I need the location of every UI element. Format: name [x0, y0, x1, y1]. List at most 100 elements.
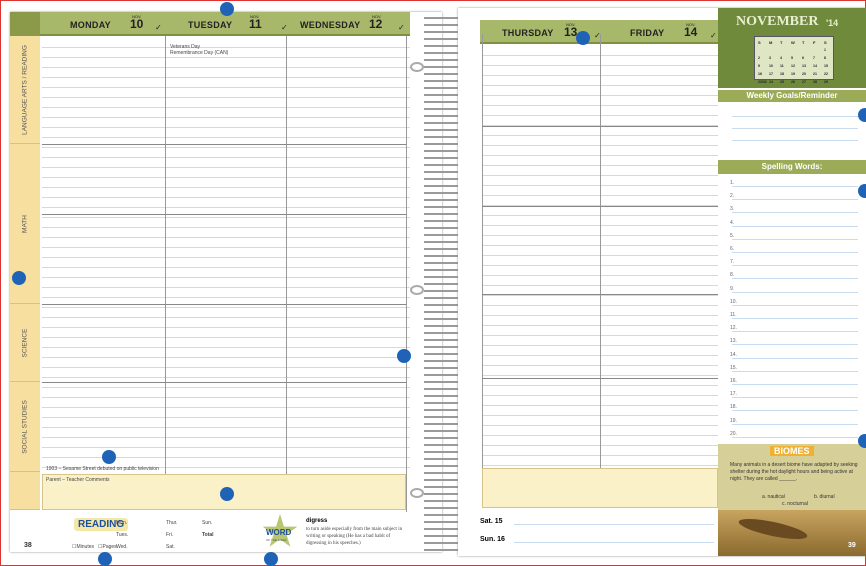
spelling-line[interactable]: [732, 331, 858, 333]
spelling-number: 11.: [730, 312, 737, 318]
subject-divider: [482, 378, 718, 379]
marker-dot[interactable]: [858, 184, 866, 198]
monday-note: 1903 – Sesame Street debuted on public t…: [46, 466, 159, 472]
calendar-weekday: T: [780, 40, 783, 45]
parent-comments-label: Parent – Teacher Comments: [46, 477, 110, 483]
subject-social-studies: SOCIAL STUDIES: [10, 382, 40, 472]
day-friday: FRIDAY: [630, 28, 665, 38]
subject-divider: [42, 144, 406, 145]
calendar-day: 28: [813, 80, 817, 84]
pages-label: ☐Pages: [98, 544, 117, 550]
day-divider: [406, 36, 407, 512]
left-page: MONDAY NOV. 10 ✓ TUESDAY NOV. 11 ✓ WEDNE…: [10, 12, 442, 552]
saturday-line[interactable]: [514, 524, 714, 525]
calendar-day: 8: [824, 56, 826, 60]
spelling-number: 7.: [730, 259, 735, 266]
spelling-line[interactable]: [732, 278, 858, 280]
calendar-day: 25: [780, 80, 784, 84]
reading-wed: Wed.: [116, 544, 128, 550]
spelling-line[interactable]: [732, 410, 858, 412]
marker-dot[interactable]: [12, 271, 26, 285]
sunday-line[interactable]: [514, 542, 714, 543]
biomes-question: Many animals in a desert biome have adap…: [730, 462, 858, 482]
spelling-header: Spelling Words:: [718, 160, 866, 174]
subject-divider: [42, 382, 406, 383]
spelling-line[interactable]: [732, 186, 858, 187]
calendar-day: 24: [769, 80, 773, 84]
spelling-line[interactable]: [732, 252, 858, 253]
day-divider: [600, 34, 601, 468]
sunday-label: Sun. 16: [480, 536, 505, 543]
spelling-line[interactable]: [732, 212, 858, 214]
word-of-week: digress: [306, 518, 328, 524]
marker-dot[interactable]: [220, 487, 234, 501]
spelling-number: 4.: [730, 219, 735, 226]
marker-dot[interactable]: [98, 552, 112, 566]
biomes-option-b: b. diurnal: [814, 494, 835, 500]
spelling-line[interactable]: [732, 344, 858, 346]
date-friday: 14: [684, 25, 698, 39]
spelling-number: 8.: [730, 272, 735, 279]
marker-dot[interactable]: [858, 108, 866, 122]
right-sidebar: NOVEMBER '14 S M T W T F S 1 2 3 4 5 6 7 8 9 10 11 12 13 14 1…: [718, 8, 866, 556]
biomes-logo: BIOMES: [770, 446, 814, 456]
marker-dot[interactable]: [264, 552, 278, 566]
calendar-day: 14: [813, 64, 817, 68]
marker-dot[interactable]: [220, 2, 234, 16]
spelling-line[interactable]: [732, 436, 858, 438]
reading-sat: Sat.: [166, 544, 175, 550]
goal-line[interactable]: [732, 140, 858, 141]
calendar-day: 16: [758, 72, 762, 76]
day-thursday: THURSDAY: [502, 28, 554, 38]
spelling-line[interactable]: [732, 397, 858, 399]
marker-dot[interactable]: [858, 434, 866, 448]
spelling-line[interactable]: [732, 304, 858, 306]
calendar-day: 11: [780, 64, 784, 68]
spelling-line[interactable]: [732, 199, 858, 201]
left-writing-grid[interactable]: [42, 38, 410, 474]
calendar-day: 18: [780, 72, 784, 76]
marker-dot[interactable]: [102, 450, 116, 464]
binder-hole: [410, 285, 424, 295]
spelling-line[interactable]: [732, 291, 858, 293]
spelling-number: 9.: [730, 285, 735, 292]
day-divider: [165, 36, 166, 474]
spelling-number: 5.: [730, 232, 735, 239]
parent-comments-box[interactable]: [482, 468, 718, 508]
calendar-day: 2: [758, 56, 760, 60]
minutes-label: ☐Minutes: [72, 544, 94, 550]
goal-line[interactable]: [732, 116, 858, 117]
goal-line[interactable]: [732, 128, 858, 129]
word-sub-label: OF THE WEEK: [266, 538, 287, 542]
spelling-line[interactable]: [732, 370, 858, 372]
spelling-line[interactable]: [732, 238, 858, 240]
spelling-line[interactable]: [732, 423, 858, 425]
marker-dot[interactable]: [397, 349, 411, 363]
spelling-line[interactable]: [732, 265, 858, 267]
spelling-line[interactable]: [732, 318, 858, 319]
spelling-line[interactable]: [732, 384, 858, 385]
date-tuesday: 11: [249, 17, 262, 31]
spelling-line[interactable]: [732, 357, 858, 359]
calendar-day: 27: [802, 80, 806, 84]
spiral-binding: [424, 12, 462, 552]
reading-tue: Tues.: [116, 532, 129, 538]
day-tuesday: TUESDAY: [188, 20, 233, 30]
calendar-day: 15: [824, 64, 828, 68]
spelling-number: 12.: [730, 325, 737, 332]
marker-dot[interactable]: [576, 31, 590, 45]
day-monday: MONDAY: [70, 20, 111, 30]
calendar-day: 21: [813, 72, 817, 76]
month-header: NOVEMBER '14 S M T W T F S 1 2 3 4 5 6 7 8 9 10 11 12 13 14 1…: [718, 8, 866, 88]
spelling-line[interactable]: [732, 225, 858, 227]
calendar-weekday: M: [769, 40, 773, 45]
calendar-day: 26: [791, 80, 795, 84]
spelling-number: 2.: [730, 193, 735, 200]
calendar-day: 29: [824, 80, 828, 84]
calendar-day: 7: [813, 56, 815, 60]
weekly-goals-header: Weekly Goals/Reminder: [718, 90, 866, 102]
date-monday: 10: [130, 17, 144, 31]
calendar-weekday: F: [813, 40, 816, 45]
spelling-number: 15.: [730, 364, 737, 371]
check-icon: ✓: [710, 31, 717, 40]
